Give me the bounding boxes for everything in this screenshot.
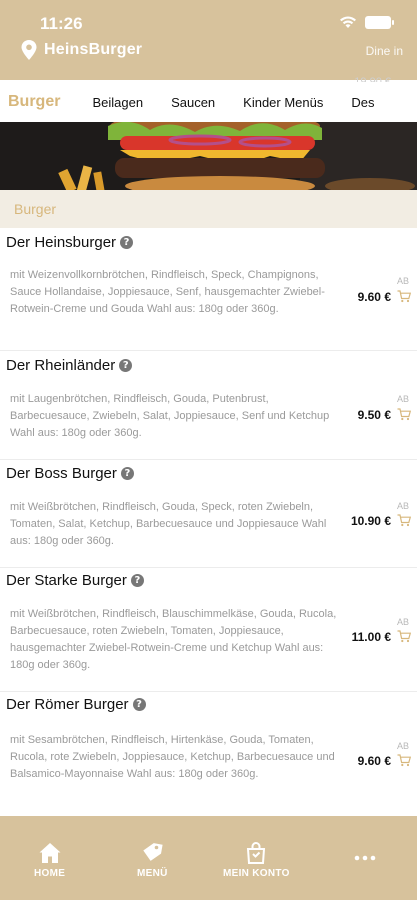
category-tabs: Burger Beilagen Saucen Kinder Menüs Des [0, 82, 417, 122]
info-icon[interactable]: ? [130, 574, 144, 587]
price-prefix: AB [396, 501, 409, 511]
section-title: Burger [14, 201, 57, 217]
nav-account[interactable]: MEIN KONTO [223, 841, 290, 879]
tab-kinder-menus[interactable]: Kinder Menüs [229, 95, 337, 110]
nav-home-label: HOME [34, 868, 66, 879]
menu-item-name: Der Starke Burger [6, 572, 127, 589]
top-bar: 11:26 HeinsBurger Dine in [0, 0, 417, 80]
add-to-cart-icon[interactable] [397, 754, 411, 767]
menu-item-name: Der Römer Burger [6, 696, 129, 713]
menu-item-title: Der Heinsburger ? [6, 234, 134, 251]
menu-item-price: 9.60 € [357, 754, 391, 768]
menu-item-description: mit Laugenbrötchen, Rindfleisch, Gouda, … [10, 393, 330, 439]
status-icons [339, 15, 394, 29]
menu-item[interactable]: Der Heinsburger ? mit Weizenvollkornbröt… [0, 228, 417, 351]
menu-item-name: Der Heinsburger [6, 234, 117, 251]
menu-item-title: Der Boss Burger ? [6, 465, 134, 482]
menu-item-name: Der Boss Burger [6, 465, 117, 482]
battery-icon [365, 15, 394, 29]
info-icon[interactable]: ? [120, 236, 134, 249]
menu-item-price: 10.90 € [350, 514, 391, 528]
menu-item-price: 9.50 € [357, 408, 391, 422]
add-to-cart-icon[interactable] [397, 514, 411, 527]
location-selector[interactable]: HeinsBurger [20, 40, 142, 60]
menu-item-description: mit Weizenvollkornbrötchen, Rindfleisch,… [10, 269, 325, 315]
tag-icon [143, 843, 163, 861]
restaurant-name: HeinsBurger [44, 41, 143, 58]
nav-menu-label: MENÜ [137, 868, 168, 879]
bottom-nav: HOME MENÜ MEIN KONTO [0, 816, 417, 900]
menu-item-title: Der Rheinländer ? [6, 357, 133, 374]
menu-item[interactable]: Der Boss Burger ? mit Weißbrötchen, Rind… [0, 460, 417, 568]
price-prefix: AB [396, 741, 409, 751]
add-to-cart-icon[interactable] [397, 630, 411, 643]
info-icon[interactable]: ? [132, 698, 146, 711]
home-icon [39, 843, 61, 863]
menu-item[interactable]: Der Römer Burger ? mit Sesambrötchen, Ri… [0, 692, 417, 816]
info-icon[interactable]: ? [120, 467, 134, 480]
info-icon[interactable]: ? [119, 359, 133, 372]
menu-item-description: mit Weißbrötchen, Rindfleisch, Gouda, Sp… [10, 501, 327, 547]
more-icon [354, 855, 376, 861]
menu-item-description: mit Weißbrötchen, Rindfleisch, Blauschim… [10, 608, 337, 671]
category-banner-image [0, 122, 417, 190]
add-to-cart-icon[interactable] [397, 290, 411, 303]
menu-item-price: 9.60 € [357, 290, 391, 304]
tab-beilagen[interactable]: Beilagen [78, 95, 157, 110]
price-prefix: AB [396, 276, 409, 286]
wifi-icon [340, 16, 356, 28]
nav-menu[interactable]: MENÜ [137, 841, 168, 879]
tab-saucen[interactable]: Saucen [157, 95, 229, 110]
menu-item-title: Der Römer Burger ? [6, 696, 146, 713]
menu-item-name: Der Rheinländer [6, 357, 116, 374]
shopping-bag-icon [247, 842, 266, 864]
tab-desserts[interactable]: Des [337, 95, 388, 110]
menu-item[interactable]: Der Starke Burger ? mit Weißbrötchen, Ri… [0, 568, 417, 692]
menu-item-price: 11.00 € [351, 630, 391, 644]
section-header: Burger [0, 190, 417, 228]
add-to-cart-icon[interactable] [397, 408, 411, 421]
menu-item[interactable]: Der Rheinländer ? mit Laugenbrötchen, Ri… [0, 351, 417, 460]
price-prefix: AB [396, 617, 409, 627]
menu-item-title: Der Starke Burger ? [6, 572, 144, 589]
price-prefix: AB [396, 394, 409, 404]
order-mode-toggle[interactable]: Dine in [366, 44, 403, 58]
nav-account-label: MEIN KONTO [223, 868, 290, 879]
nav-home[interactable]: HOME [34, 841, 65, 879]
tab-burger[interactable]: Burger [0, 93, 78, 111]
nav-more[interactable] [353, 846, 377, 870]
menu-item-description: mit Sesambrötchen, Rindfleisch, Hirtenkä… [10, 734, 335, 780]
location-pin-icon [21, 40, 37, 60]
status-time: 11:26 [40, 14, 83, 33]
